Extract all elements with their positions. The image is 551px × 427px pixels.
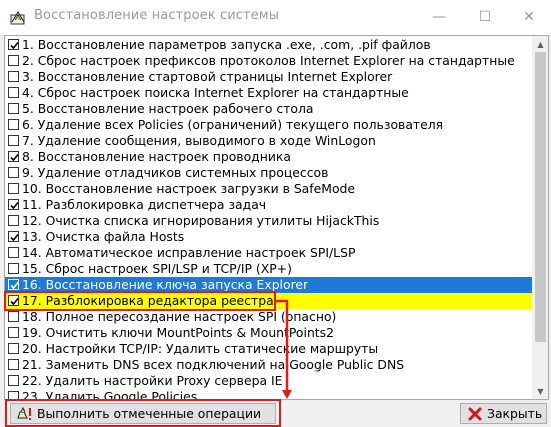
checkbox-checked-icon[interactable]	[8, 199, 19, 210]
checkbox-unchecked-icon[interactable]	[8, 263, 19, 274]
vertical-scrollbar[interactable]: ▲ ▼	[532, 36, 548, 399]
list-item-label: 8. Восстановление настроек проводника	[22, 149, 291, 164]
minimize-button[interactable]: —	[416, 0, 462, 34]
list-item[interactable]: 5. Восстановление настроек рабочего стол…	[5, 101, 533, 117]
checkbox-checked-icon[interactable]	[8, 295, 19, 306]
checkbox-unchecked-icon[interactable]	[8, 55, 19, 66]
list-item-label: 3. Восстановление стартовой страницы Int…	[22, 69, 393, 84]
checkbox-unchecked-icon[interactable]	[8, 87, 19, 98]
operations-checklist[interactable]: 1. Восстановление параметров запуска .ex…	[4, 35, 549, 400]
list-item-label: 13. Очистка файла Hosts	[22, 229, 185, 244]
list-item-label: 15. Сброс настроек SPI/LSP и TCP/IP (XP+…	[22, 261, 292, 276]
list-item[interactable]: 20. Настройки TCP/IP: Удалить статически…	[5, 341, 533, 357]
scroll-down-arrow-icon[interactable]: ▼	[533, 383, 548, 399]
close-button[interactable]: Закрыть	[460, 403, 547, 424]
list-item-label: 20. Настройки TCP/IP: Удалить статически…	[22, 341, 379, 356]
list-item-label: 14. Автоматическое исправление настроек …	[22, 245, 356, 260]
list-item[interactable]: 19. Очистить ключи MountPoints & MountPo…	[5, 325, 533, 341]
list-item[interactable]: 9. Удаление отладчиков системных процесс…	[5, 165, 533, 181]
app-icon	[10, 10, 26, 26]
list-item[interactable]: 12. Очистка списка игнорирования утилиты…	[5, 213, 533, 229]
list-item-label: 22. Удалить настройки Proxy сервера IE	[22, 373, 283, 388]
list-item[interactable]: 1. Восстановление параметров запуска .ex…	[5, 37, 533, 53]
checkbox-unchecked-icon[interactable]	[8, 103, 19, 114]
operations-list: 1. Восстановление параметров запуска .ex…	[5, 37, 533, 400]
checkbox-unchecked-icon[interactable]	[8, 215, 19, 226]
list-item-label: 18. Полное пересоздание настроек SPI (оп…	[22, 309, 337, 324]
list-item[interactable]: 14. Автоматическое исправление настроек …	[5, 245, 533, 261]
list-item-label: 12. Очистка списка игнорирования утилиты…	[22, 213, 380, 228]
checkbox-unchecked-icon[interactable]	[8, 359, 19, 370]
list-item[interactable]: 18. Полное пересоздание настроек SPI (оп…	[5, 309, 533, 325]
checkbox-unchecked-icon[interactable]	[8, 247, 19, 258]
list-item[interactable]: 2. Сброс настроек префиксов протоколов I…	[5, 53, 533, 69]
list-item[interactable]: 10. Восстановление настроек загрузки в S…	[5, 181, 533, 197]
checkbox-checked-icon[interactable]	[8, 151, 19, 162]
checkbox-unchecked-icon[interactable]	[8, 183, 19, 194]
execute-button-label: Выполнить отмеченные операции	[37, 406, 262, 421]
list-item-label: 1. Восстановление параметров запуска .ex…	[22, 37, 431, 52]
checkbox-checked-icon[interactable]	[8, 231, 19, 242]
list-item[interactable]: 7. Удаление сообщения, выводимого в ходе…	[5, 133, 533, 149]
list-item-label: 21. Заменить DNS всех подключений на Goo…	[22, 357, 405, 372]
checkbox-unchecked-icon[interactable]	[8, 327, 19, 338]
list-item[interactable]: 21. Заменить DNS всех подключений на Goo…	[5, 357, 533, 373]
window-title: Восстановление настроек системы	[34, 8, 280, 23]
checkbox-unchecked-icon[interactable]	[8, 343, 19, 354]
list-item-label: 7. Удаление сообщения, выводимого в ходе…	[22, 133, 376, 148]
scroll-up-arrow-icon[interactable]: ▲	[533, 36, 548, 52]
list-item[interactable]: 11. Разблокировка диспетчера задач	[5, 197, 533, 213]
list-item-label: 4. Сброс настроек поиска Internet Explor…	[22, 85, 409, 100]
list-item[interactable]: 22. Удалить настройки Proxy сервера IE	[5, 373, 533, 389]
list-item-label: 9. Удаление отладчиков системных процесс…	[22, 165, 329, 180]
checkbox-unchecked-icon[interactable]	[8, 135, 19, 146]
checkbox-unchecked-icon[interactable]	[8, 391, 19, 399]
list-item-label: 2. Сброс настроек префиксов протоколов I…	[22, 53, 515, 68]
scrollbar-thumb[interactable]	[535, 52, 546, 342]
title-bar: Восстановление настроек системы — ☐ ✕	[0, 0, 551, 36]
list-item[interactable]: 8. Восстановление настроек проводника	[5, 149, 533, 165]
list-item[interactable]: 16. Восстановление ключа запуска Explore…	[5, 277, 533, 293]
checkbox-unchecked-icon[interactable]	[8, 375, 19, 386]
list-item-label: 19. Очистить ключи MountPoints & MountPo…	[22, 325, 334, 340]
list-item[interactable]: 13. Очистка файла Hosts	[5, 229, 533, 245]
list-item-label: 23. Удалить Google Policies	[22, 389, 198, 400]
list-item[interactable]: 15. Сброс настроек SPI/LSP и TCP/IP (XP+…	[5, 261, 533, 277]
list-item[interactable]: 3. Восстановление стартовой страницы Int…	[5, 69, 533, 85]
execute-checked-button[interactable]: Выполнить отмеченные операции	[10, 403, 276, 424]
list-item[interactable]: 6. Удаление всех Policies (ограничений) …	[5, 117, 533, 133]
checkbox-unchecked-icon[interactable]	[8, 119, 19, 130]
checkbox-unchecked-icon[interactable]	[8, 311, 19, 322]
close-x-icon	[467, 406, 483, 422]
maximize-button[interactable]: ☐	[462, 0, 508, 34]
close-button-label: Закрыть	[487, 406, 543, 421]
list-item-label: 6. Удаление всех Policies (ограничений) …	[22, 117, 444, 132]
list-item[interactable]: 4. Сброс настроек поиска Internet Explor…	[5, 85, 533, 101]
checkbox-unchecked-icon[interactable]	[8, 71, 19, 82]
list-item-label: 5. Восстановление настроек рабочего стол…	[22, 101, 314, 116]
list-item[interactable]: 17. Разблокировка редактора реестра	[5, 293, 533, 309]
checkbox-unchecked-icon[interactable]	[8, 167, 19, 178]
list-item-label: 17. Разблокировка редактора реестра	[22, 293, 274, 308]
list-item-label: 11. Разблокировка диспетчера задач	[22, 197, 267, 212]
list-item-label: 16. Восстановление ключа запуска Explore…	[22, 277, 309, 292]
run-operations-icon	[17, 406, 33, 422]
close-window-button[interactable]: ✕	[506, 0, 551, 34]
checkbox-checked-icon[interactable]	[8, 279, 19, 290]
checkbox-checked-icon[interactable]	[8, 39, 19, 50]
list-item-label: 10. Восстановление настроек загрузки в S…	[22, 181, 356, 196]
list-item[interactable]: 23. Удалить Google Policies	[5, 389, 533, 400]
